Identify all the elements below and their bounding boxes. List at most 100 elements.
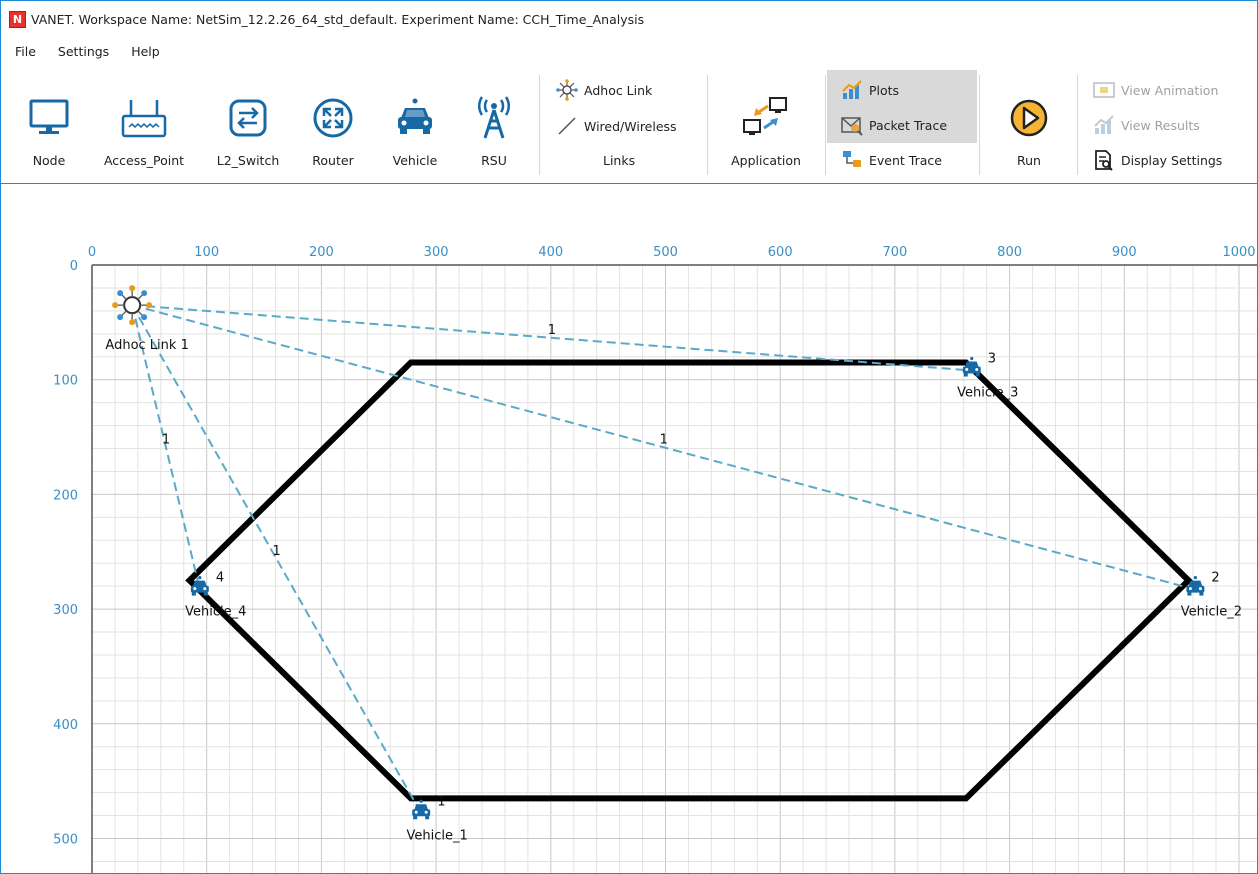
y-tick-label: 100 (53, 374, 78, 389)
adhoc-link-icon (112, 285, 153, 326)
y-tick-label: 200 (53, 488, 78, 503)
x-tick-label: 800 (997, 245, 1022, 260)
y-tick-label: 0 (70, 259, 78, 274)
wired-wireless-label: Wired/Wireless (584, 118, 677, 134)
packet-trace-button[interactable]: Packet Trace (841, 112, 947, 138)
adhoc-link-node[interactable] (112, 285, 153, 326)
links-label: Links (603, 152, 636, 168)
plots-button[interactable]: Plots (841, 77, 899, 103)
l2-switch-label: L2_Switch (216, 153, 280, 168)
router-label: Router (312, 153, 354, 168)
x-tick-label: 400 (538, 245, 563, 260)
l2-switch-button[interactable]: L2_Switch (211, 67, 285, 168)
menu-file[interactable]: File (1, 44, 47, 59)
menu-bar: File Settings Help (1, 37, 1257, 65)
link-label: 1 (548, 323, 556, 338)
packet-trace-icon (841, 114, 863, 136)
car-icon (385, 89, 445, 147)
event-trace-button[interactable]: Event Trace (841, 147, 942, 173)
separator (979, 75, 980, 175)
x-tick-label: 300 (424, 245, 449, 260)
toolbar-ribbon: Node Access_Point L2_Switch Router Vehic… (1, 67, 1257, 184)
event-trace-icon (841, 149, 863, 171)
y-tick-label: 500 (53, 833, 78, 848)
link-label: 1 (273, 544, 281, 559)
monitor-icon (19, 89, 79, 147)
animation-icon (1093, 79, 1115, 101)
x-tick-label: 200 (309, 245, 334, 260)
car-icon (412, 799, 431, 820)
router-icon (303, 89, 363, 147)
application-label: Application (731, 153, 801, 168)
device-id-label: 4 (216, 571, 224, 586)
x-tick-label: 0 (88, 245, 96, 260)
vehicle-node[interactable] (412, 799, 431, 820)
node-button[interactable]: Node (19, 67, 79, 168)
netsim-logo-icon: N (9, 10, 26, 28)
x-tick-label: 1000 (1222, 245, 1255, 260)
view-animation-button[interactable]: View Animation (1093, 77, 1218, 103)
run-button[interactable]: Run (999, 67, 1059, 168)
device-name-label: Adhoc Link 1 (105, 338, 188, 353)
access-point-button[interactable]: Access_Point (99, 67, 189, 168)
separator (539, 75, 540, 175)
application-icon (736, 89, 796, 147)
adhoc-link-label: Adhoc Link (584, 82, 653, 98)
rsu-button[interactable]: RSU (469, 67, 519, 168)
device-id-label: 2 (1211, 571, 1219, 586)
separator (707, 75, 708, 175)
device-name-label: Vehicle_4 (185, 605, 246, 620)
application-button[interactable]: Application (725, 67, 807, 168)
wire-icon (556, 115, 578, 137)
run-label: Run (1017, 153, 1041, 168)
plots-label: Plots (869, 82, 900, 98)
play-icon (999, 89, 1059, 147)
link-label: 1 (660, 432, 668, 447)
adhoc-link-button[interactable]: Adhoc Link (556, 77, 652, 103)
vehicle-label: Vehicle (392, 153, 438, 168)
y-tick-label: 400 (53, 718, 78, 733)
links-group-label: Links (603, 147, 635, 173)
display-settings-button[interactable]: Display Settings (1093, 147, 1222, 173)
road-path (185, 359, 1193, 802)
x-tick-label: 100 (194, 245, 219, 260)
device-name-label: Vehicle_1 (407, 828, 468, 843)
access-point-label: Access_Point (103, 153, 185, 168)
separator (825, 75, 826, 175)
view-animation-label: View Animation (1121, 82, 1219, 98)
grid-canvas[interactable]: 0 100 200 300 400 500 600 700 800 900 1000 0 100 200 3… (1, 184, 1257, 873)
packet-trace-label: Packet Trace (869, 117, 948, 133)
switch-icon (218, 89, 278, 147)
plots-icon (841, 79, 863, 101)
vehicle-button[interactable]: Vehicle (385, 67, 445, 168)
y-tick-label: 300 (53, 603, 78, 618)
wired-wireless-button[interactable]: Wired/Wireless (556, 113, 677, 139)
rsu-label: RSU (481, 153, 507, 168)
window-title: VANET. Workspace Name: NetSim_12.2.26_64… (31, 11, 645, 27)
device-id-label: 1 (437, 794, 445, 809)
x-tick-label: 600 (768, 245, 793, 260)
antenna-tower-icon (464, 89, 524, 147)
menu-help[interactable]: Help (120, 44, 171, 59)
view-results-label: View Results (1121, 117, 1200, 133)
router-button[interactable]: Router (303, 67, 363, 168)
adhoc-link-icon (556, 79, 578, 101)
node-label: Node (32, 153, 66, 168)
display-settings-icon (1093, 149, 1115, 171)
device-name-label: Vehicle_3 (957, 386, 1018, 401)
x-tick-label: 900 (1112, 245, 1137, 260)
separator (1077, 75, 1078, 175)
access-point-icon (114, 89, 174, 147)
results-icon (1093, 114, 1115, 136)
device-name-label: Vehicle_2 (1181, 605, 1242, 620)
view-results-button[interactable]: View Results (1093, 112, 1200, 138)
title-bar: N VANET. Workspace Name: NetSim_12.2.26_… (1, 1, 1257, 37)
design-canvas[interactable]: 0 100 200 300 400 500 600 700 800 900 1000 0 100 200 3… (1, 184, 1257, 873)
display-settings-label: Display Settings (1121, 152, 1223, 168)
x-tick-label: 700 (882, 245, 907, 260)
device-id-label: 3 (988, 352, 996, 367)
menu-settings[interactable]: Settings (47, 44, 120, 59)
x-tick-label: 500 (653, 245, 678, 260)
link-label: 1 (162, 432, 170, 447)
event-trace-label: Event Trace (869, 152, 942, 168)
